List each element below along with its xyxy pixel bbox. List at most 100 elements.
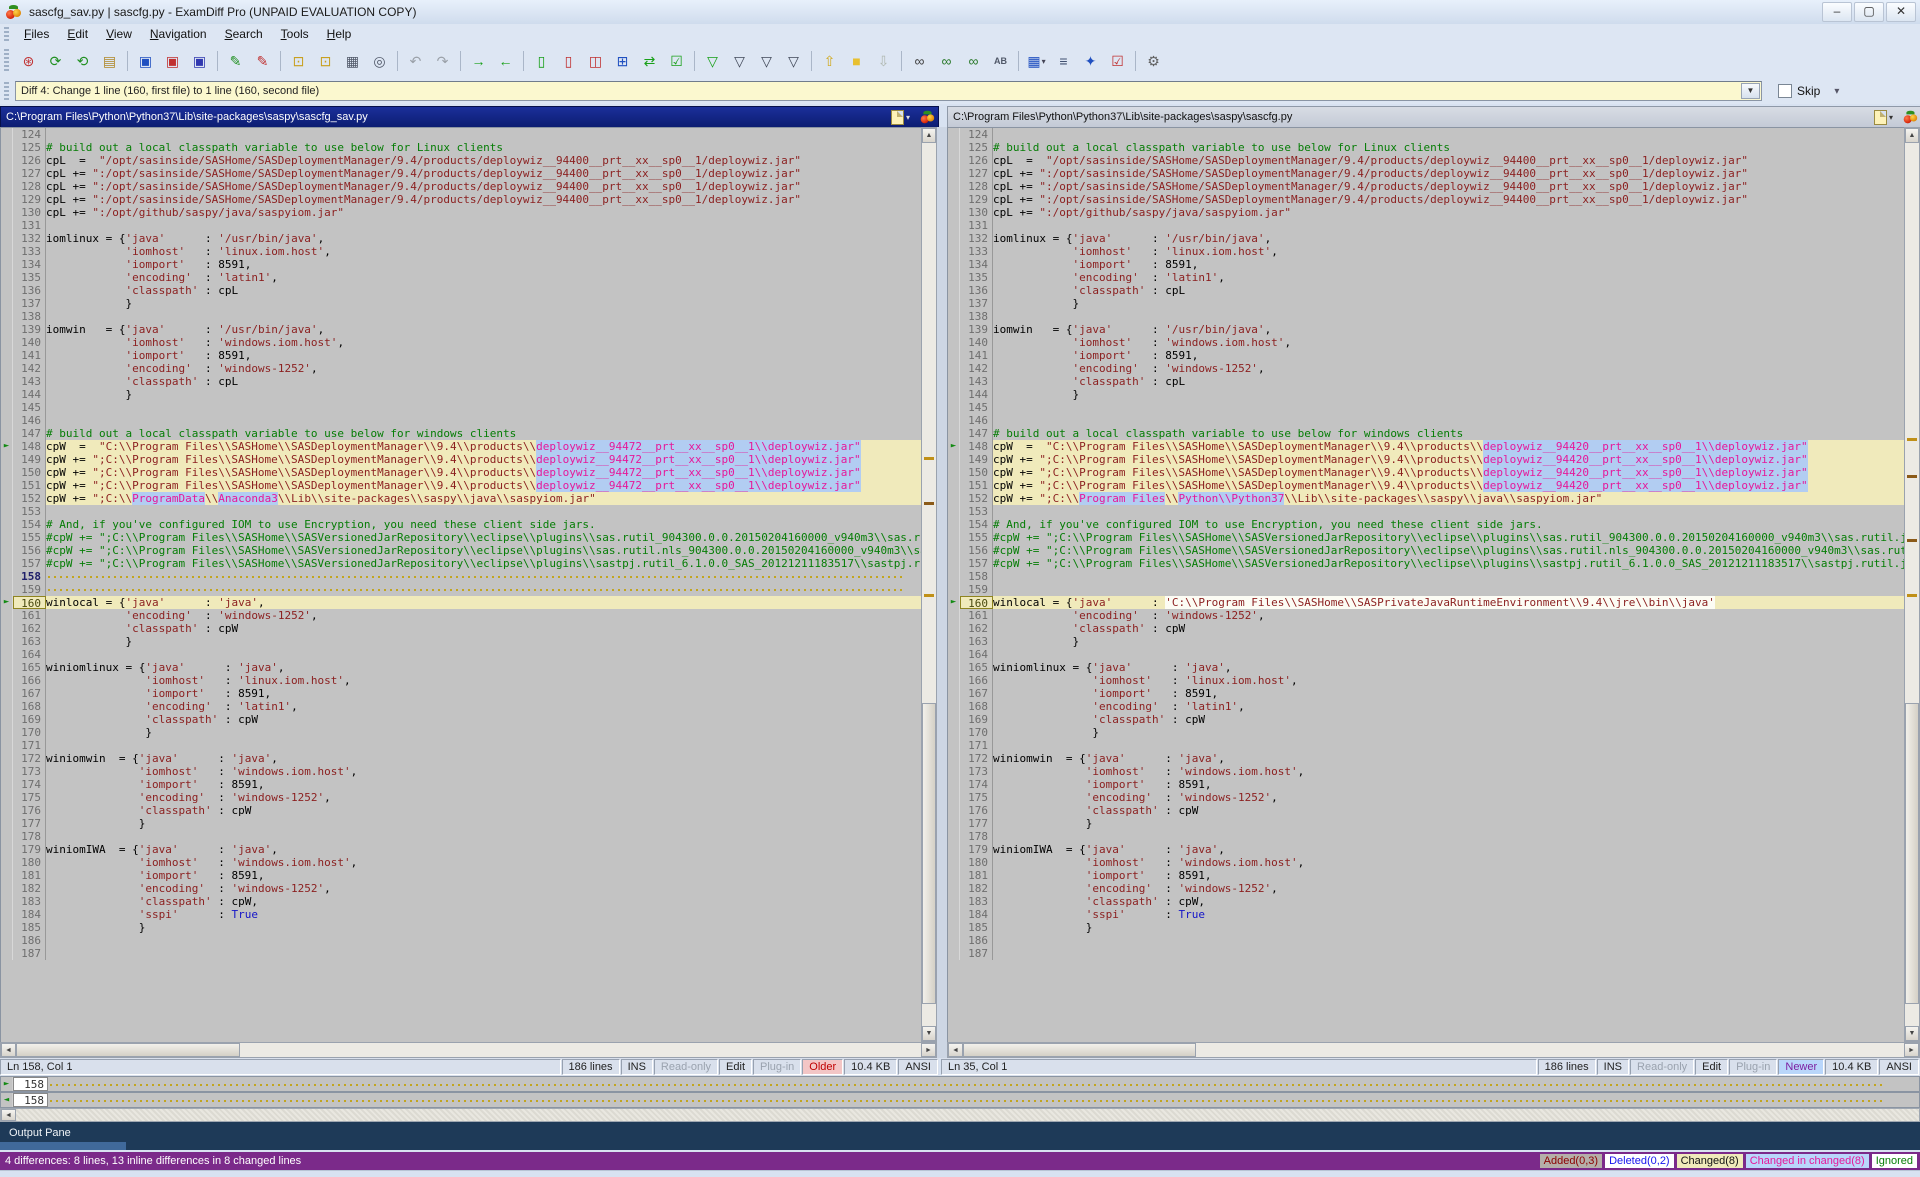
marker-margin [1, 193, 13, 206]
show-identical-icon[interactable]: ☑ [664, 49, 689, 73]
find-icon[interactable]: ∞ [907, 49, 932, 73]
scrollbar-thumb[interactable] [963, 1043, 1196, 1057]
zoom-icon[interactable]: ◎ [367, 49, 392, 73]
menu-item-files[interactable]: Files [15, 25, 58, 43]
line-number: 170 [960, 726, 993, 739]
filter-all-icon[interactable]: ▽ [700, 49, 725, 73]
second-file-editor[interactable]: 124125# build out a local classpath vari… [947, 127, 1905, 1044]
menu-item-help[interactable]: Help [318, 25, 361, 43]
scroll-left-icon[interactable]: ◄ [1, 1109, 16, 1121]
save-first-icon[interactable]: ▣ [133, 49, 158, 73]
undo-icon[interactable]: ↶ [403, 49, 428, 73]
copy-to-second-icon[interactable]: ⊡ [313, 49, 338, 73]
filter-deleted-icon[interactable]: ▽ [754, 49, 779, 73]
edit-second-icon[interactable]: ✎ [250, 49, 275, 73]
scroll-left-icon[interactable]: ◄ [1, 1043, 16, 1057]
diff-summary-text: 4 differences: 8 lines, 13 inline differ… [5, 1155, 1540, 1167]
filter-changed-icon[interactable]: ▽ [781, 49, 806, 73]
show-first-pane-icon[interactable]: ▯ [529, 49, 554, 73]
menu-item-navigation[interactable]: Navigation [141, 25, 216, 43]
first-vertical-scrollbar[interactable]: ▲ ▼ [921, 127, 937, 1042]
scroll-up-icon[interactable]: ▲ [1905, 128, 1919, 143]
refresh-files-icon[interactable]: ⟲ [70, 49, 95, 73]
prev-diff-icon[interactable]: ← [493, 49, 518, 73]
scroll-right-icon[interactable]: ► [921, 1043, 936, 1057]
menu-item-search[interactable]: Search [216, 25, 272, 43]
match-case-icon[interactable]: AB [988, 49, 1013, 73]
line-text [46, 739, 922, 752]
first-horizontal-scrollbar[interactable]: ◄ ► [0, 1042, 937, 1058]
next-diff-icon[interactable]: → [466, 49, 491, 73]
split-vertical-icon[interactable]: ◫ [583, 49, 608, 73]
plugins-icon[interactable]: ✦ [1078, 49, 1103, 73]
view-mode-icon[interactable]: ▦▾ [1024, 49, 1049, 73]
scroll-right-icon[interactable]: ► [1904, 1043, 1919, 1057]
file-menu-icon[interactable] [1874, 110, 1887, 125]
menu-item-edit[interactable]: Edit [58, 25, 97, 43]
diffbar-grip[interactable] [4, 82, 9, 100]
menu-item-view[interactable]: View [97, 25, 141, 43]
line-text: cpW += ";C:\\Program Files\\SASHome\\SAS… [993, 453, 1905, 466]
skip-checkbox-box[interactable] [1778, 84, 1792, 98]
find-next-icon[interactable]: ∞ [934, 49, 959, 73]
output-pane-tab[interactable] [0, 1142, 126, 1150]
code-line-181: 181 'iomport' : 8591, [948, 869, 1905, 882]
code-line-142: 142 'encoding' : 'windows-1252', [1, 362, 922, 375]
split-horizontal-icon[interactable]: ⊞ [610, 49, 635, 73]
toolbar-overflow-chevron-icon[interactable]: ▾ [1834, 86, 1839, 97]
marker-margin [948, 505, 960, 518]
minimize-button[interactable]: – [1822, 2, 1852, 22]
scrollbar-thumb[interactable] [922, 703, 936, 1004]
menu-item-tools[interactable]: Tools [272, 25, 318, 43]
show-second-pane-icon[interactable]: ▯ [556, 49, 581, 73]
copy-block-down-icon[interactable]: ⇩ [871, 49, 896, 73]
edit-first-icon[interactable]: ✎ [223, 49, 248, 73]
maximize-button[interactable]: ▢ [1854, 2, 1884, 22]
save-second-icon[interactable]: ▣ [160, 49, 185, 73]
copy-block-icon[interactable]: ⇧ [817, 49, 842, 73]
toolbar-grip[interactable] [4, 49, 9, 73]
pane-splitter[interactable] [937, 127, 947, 1058]
scroll-down-icon[interactable]: ▼ [1905, 1026, 1919, 1041]
save-all-icon[interactable]: ▣ [187, 49, 212, 73]
options-icon[interactable]: ⚙ [1141, 49, 1166, 73]
skip-checkbox[interactable]: Skip [1778, 84, 1820, 98]
scroll-left-icon[interactable]: ◄ [948, 1043, 963, 1057]
diff-dropdown-button[interactable]: ▼ [1741, 83, 1760, 99]
menu-grip[interactable] [4, 27, 9, 41]
file-menu-dropdown-icon[interactable]: ▾ [906, 113, 910, 122]
line-text: } [46, 817, 922, 830]
code-line-151: 151cpW += ";C:\\Program Files\\SASHome\\… [948, 479, 1905, 492]
current-block-icon[interactable]: ■ [844, 49, 869, 73]
marker-margin [948, 401, 960, 414]
file-menu-icon[interactable] [891, 110, 904, 125]
second-horizontal-scrollbar[interactable]: ◄ ► [947, 1042, 1920, 1058]
close-button[interactable]: ✕ [1886, 2, 1916, 22]
line-text: } [993, 726, 1905, 739]
mini-pane-scroll-strip[interactable]: ◄ [0, 1108, 1920, 1122]
find-prev-icon[interactable]: ∞ [961, 49, 986, 73]
print-icon[interactable]: ▦ [340, 49, 365, 73]
scrollbar-thumb[interactable] [1905, 703, 1919, 1004]
open-files-icon[interactable]: ▤ [97, 49, 122, 73]
redo-icon[interactable]: ↷ [430, 49, 455, 73]
show-line-details-icon[interactable]: ≡ [1051, 49, 1076, 73]
allow-editing-icon[interactable]: ☑ [1105, 49, 1130, 73]
file-menu-dropdown-icon[interactable]: ▾ [1889, 113, 1893, 122]
scroll-up-icon[interactable]: ▲ [922, 128, 936, 143]
filter-added-icon[interactable]: ▽ [727, 49, 752, 73]
scroll-down-icon[interactable]: ▼ [922, 1026, 936, 1041]
second-vertical-scrollbar[interactable]: ▲ ▼ [1904, 127, 1920, 1042]
copy-to-first-icon[interactable]: ⊡ [286, 49, 311, 73]
second-file-header[interactable]: C:\Program Files\Python\Python37\Lib\sit… [947, 106, 1920, 128]
first-file-editor[interactable]: 124125# build out a local classpath vari… [0, 127, 922, 1044]
current-diff-combobox[interactable]: Diff 4: Change 1 line (160, first file) … [15, 81, 1762, 101]
line-text: 'sspi' : True [46, 908, 922, 921]
refresh-icon[interactable]: ⟳ [43, 49, 68, 73]
recompare-icon[interactable]: ⊛ [16, 49, 41, 73]
swap-panes-icon[interactable]: ⇄ [637, 49, 662, 73]
first-file-header[interactable]: C:\Program Files\Python\Python37\Lib\sit… [0, 106, 939, 128]
scrollbar-thumb[interactable] [16, 1043, 240, 1057]
marker-margin [948, 193, 960, 206]
marker-margin [948, 154, 960, 167]
